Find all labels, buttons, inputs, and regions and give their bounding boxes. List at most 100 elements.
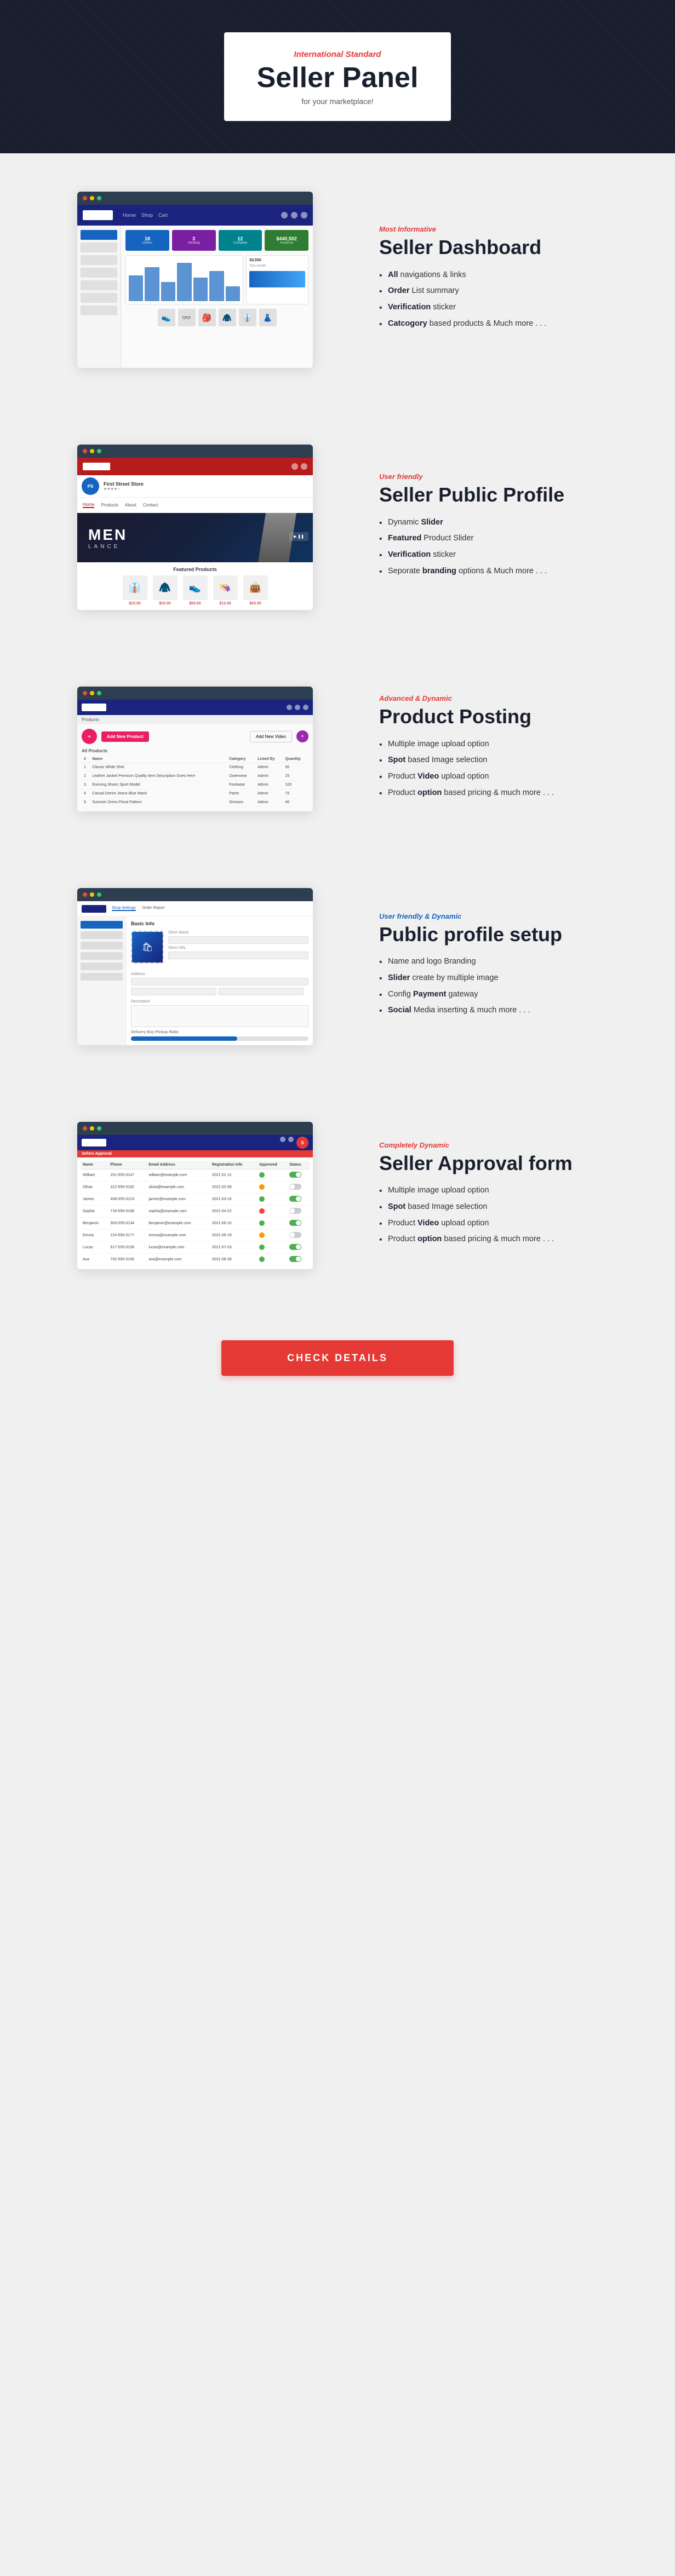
feature-item: Spot based Image selection bbox=[379, 754, 631, 767]
store-url-field[interactable] bbox=[168, 952, 308, 959]
upload-icon: + bbox=[82, 729, 97, 744]
browser-bar bbox=[77, 192, 313, 205]
stat-card-orders: 18 Orders bbox=[125, 230, 169, 251]
add-product-button[interactable]: Add New Product bbox=[101, 731, 149, 742]
logo-upload-area[interactable]: 🛍 bbox=[131, 931, 164, 964]
dashboard-text: Most Informative Seller Dashboard All na… bbox=[379, 225, 631, 334]
store-name-field[interactable] bbox=[168, 936, 308, 944]
fp-item: 👔 $29.99 bbox=[121, 575, 148, 606]
chart-bar bbox=[145, 267, 159, 301]
feature-item: Product option based pricing & much more… bbox=[379, 787, 631, 799]
section-seller-dashboard: Home Shop Cart bbox=[0, 153, 675, 406]
feature-item: Multiple image upload option bbox=[379, 1185, 631, 1197]
dashboard-screenshot: Home Shop Cart bbox=[44, 192, 346, 368]
stat-card-pending: 3 Pending bbox=[172, 230, 216, 251]
toggle-off[interactable] bbox=[289, 1208, 301, 1214]
dash-sidebar bbox=[77, 226, 121, 368]
table-row: 4 Casual Denim Jeans Blue Wash Pants Adm… bbox=[82, 789, 308, 798]
setup-sidebar-item bbox=[81, 931, 123, 939]
status-dot-green bbox=[259, 1257, 265, 1262]
sidebar-item bbox=[81, 280, 117, 290]
toggle-on[interactable] bbox=[289, 1172, 301, 1178]
browser-dot-yellow bbox=[90, 1126, 94, 1131]
approval-body: Name Phone Email Address Registration In… bbox=[77, 1157, 313, 1269]
toggle-on[interactable] bbox=[289, 1244, 301, 1250]
status-dot-orange bbox=[259, 1232, 265, 1238]
chart-bar bbox=[226, 286, 240, 301]
check-details-button[interactable]: CHECK DETAILS bbox=[221, 1340, 454, 1376]
toggle-on[interactable] bbox=[289, 1256, 301, 1262]
approval-header: S bbox=[77, 1135, 313, 1150]
browser-dot-red bbox=[83, 892, 87, 897]
browser-dot-red bbox=[83, 196, 87, 200]
city-field[interactable] bbox=[131, 988, 216, 995]
feature-item: Verification sticker bbox=[379, 302, 631, 314]
hero-title: Seller Panel bbox=[257, 62, 419, 94]
stat-card-revenue: $440,502 Revenue bbox=[265, 230, 308, 251]
toggle-off[interactable] bbox=[289, 1184, 301, 1190]
stat-card-complete: 12 Complete bbox=[219, 230, 262, 251]
dash-icons bbox=[281, 212, 307, 218]
status-dot-red bbox=[259, 1208, 265, 1214]
approval-row: Lucas 617-555-0156 lucas@example.com 202… bbox=[81, 1242, 310, 1254]
browser-dot-red bbox=[83, 1126, 87, 1131]
fp-item: 👜 $49.99 bbox=[242, 575, 269, 606]
browser-bar-4 bbox=[77, 888, 313, 901]
status-dot-green bbox=[259, 1196, 265, 1202]
sidebar-item bbox=[81, 306, 117, 315]
approval-row: Olivia 312-555-0192 olivia@example.com 2… bbox=[81, 1182, 310, 1194]
dash-chart-area: $3,550 This month bbox=[125, 255, 308, 304]
setup-tab-order[interactable]: Order Report bbox=[142, 906, 165, 911]
logo-preview: 🛍 bbox=[132, 932, 163, 963]
browser-bar-5 bbox=[77, 1122, 313, 1135]
setup-tab-shop[interactable]: Shop Settings bbox=[112, 906, 136, 911]
chart-bar bbox=[177, 263, 191, 301]
add-video-button[interactable]: Add New Video bbox=[250, 731, 292, 742]
toggle-on[interactable] bbox=[289, 1220, 301, 1226]
product-thumb: 👓 bbox=[178, 309, 196, 326]
product-posting-content: Products + Add New Product Add New Video… bbox=[77, 700, 313, 811]
status-dot-green bbox=[259, 1220, 265, 1226]
table-row: 5 Summer Dress Floral Pattern Dresses Ad… bbox=[82, 798, 308, 807]
setup-sidebar-item bbox=[81, 973, 123, 981]
state-field[interactable] bbox=[219, 988, 304, 995]
dashboard-mock-browser: Home Shop Cart bbox=[77, 192, 313, 368]
section-approval-form: S Sellers Approval Name Phone Email Addr… bbox=[0, 1084, 675, 1307]
profile-banner: MEN LANCE ▶ ❚❚ bbox=[77, 513, 313, 562]
profile-setup-text: User friendly & Dynamic Public profile s… bbox=[379, 912, 631, 1021]
status-dot-orange bbox=[259, 1184, 265, 1190]
approval-content: S Sellers Approval Name Phone Email Addr… bbox=[77, 1135, 313, 1269]
approval-row: James 408-555-0123 james@example.com 202… bbox=[81, 1194, 310, 1206]
address-field[interactable] bbox=[131, 978, 308, 986]
profile-content: PS First Street Store ★★★★☆ Home Product… bbox=[77, 458, 313, 610]
sidebar-item bbox=[81, 243, 117, 252]
sellers-approval-label: Sellers Approval bbox=[77, 1150, 313, 1157]
setup-sidebar-item bbox=[81, 963, 123, 970]
chart-bar bbox=[209, 271, 224, 301]
hero-tag: International Standard bbox=[257, 50, 419, 59]
product-thumb: 👔 bbox=[239, 309, 256, 326]
fp-item: 🧥 $59.99 bbox=[151, 575, 179, 606]
setup-header-logo bbox=[82, 905, 106, 913]
post-actions: + Add New Product Add New Video + bbox=[82, 729, 308, 744]
post-header-logo bbox=[82, 704, 106, 711]
description-field[interactable] bbox=[131, 1005, 308, 1027]
toggle-off[interactable] bbox=[289, 1232, 301, 1238]
setup-sidebar-item bbox=[81, 942, 123, 949]
sidebar-item bbox=[81, 255, 117, 265]
feature-item: Product Video upload option bbox=[379, 1218, 631, 1230]
status-dot-green bbox=[259, 1244, 265, 1250]
feature-item: Dynamic Slider bbox=[379, 517, 631, 529]
section2-title: Seller Public Profile bbox=[379, 483, 631, 506]
section1-title: Seller Dashboard bbox=[379, 235, 631, 259]
toggle-on[interactable] bbox=[289, 1196, 301, 1202]
browser-dot-green bbox=[97, 892, 101, 897]
chart-bar bbox=[129, 275, 143, 301]
feature-item: Spot based Image selection bbox=[379, 1201, 631, 1213]
setup-main: Basic Info 🛍 Store Name Store URL bbox=[127, 917, 313, 1045]
section3-features: Multiple image upload option Spot based … bbox=[379, 739, 631, 799]
browser-dot-red bbox=[83, 691, 87, 695]
table-row: 2 Leather Jacket Premium Quality Item De… bbox=[82, 772, 308, 781]
feature-item: Product option based pricing & much more… bbox=[379, 1234, 631, 1246]
approval-form-text: Completely Dynamic Seller Approval form … bbox=[379, 1141, 631, 1250]
